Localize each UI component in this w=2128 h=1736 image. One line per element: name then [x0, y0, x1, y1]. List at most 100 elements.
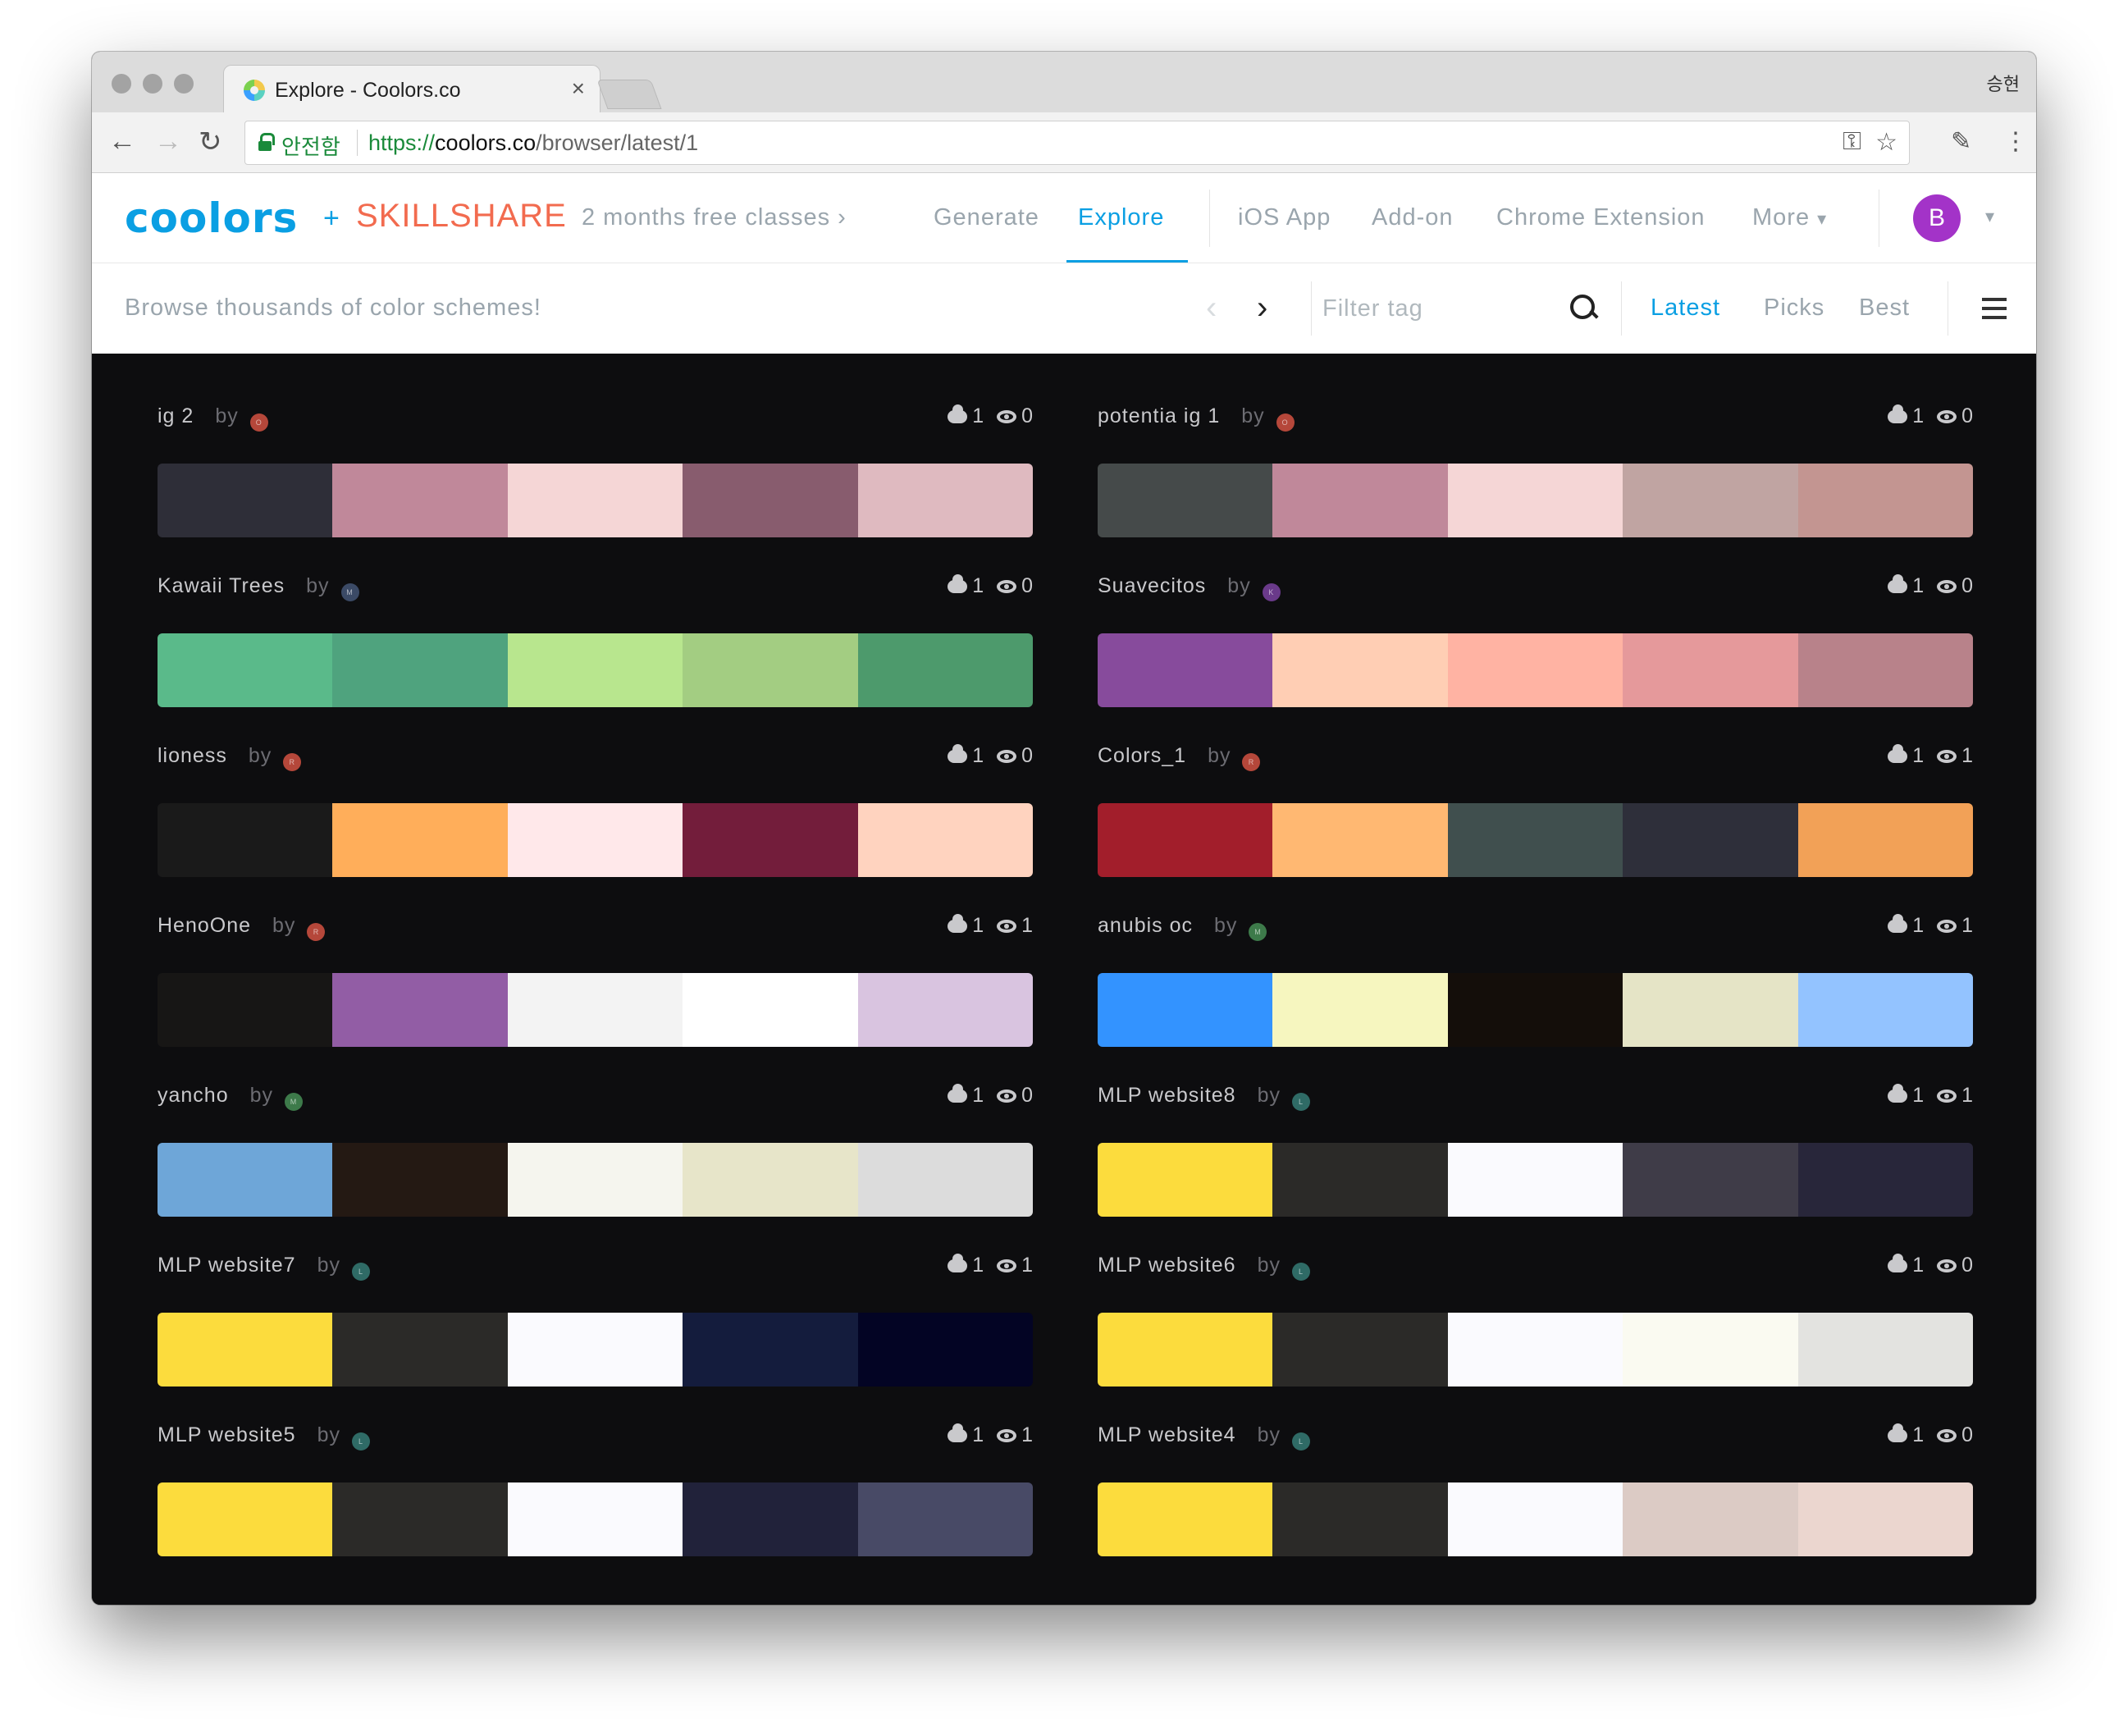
back-arrow-icon[interactable]: ←	[108, 126, 136, 158]
color-swatch[interactable]	[683, 464, 858, 537]
color-swatch[interactable]	[1272, 1143, 1448, 1217]
color-swatch[interactable]	[158, 633, 333, 707]
palette-card[interactable]: MLP website6 by L 1 0	[1098, 1250, 1973, 1406]
author-avatar[interactable]: R	[1242, 753, 1261, 771]
color-swatch[interactable]	[1797, 1313, 1973, 1387]
forward-arrow-icon[interactable]: →	[154, 126, 182, 158]
palette-card[interactable]: ig 2 by O 1 0	[158, 401, 1033, 557]
cloud-upload-icon[interactable]	[1888, 1084, 1908, 1103]
more-menu-icon[interactable]: ⋮	[2003, 127, 2028, 156]
color-swatch[interactable]	[857, 464, 1033, 537]
author-avatar[interactable]: O	[1276, 413, 1295, 432]
palette-name[interactable]: potentia ig 1	[1098, 404, 1220, 427]
palette-card[interactable]: MLP website5 by L 1 1	[158, 1420, 1033, 1576]
cloud-upload-icon[interactable]	[948, 914, 968, 933]
palette-name[interactable]: MLP website8	[1098, 1084, 1236, 1107]
color-swatch[interactable]	[1098, 1143, 1273, 1217]
color-swatch[interactable]	[1272, 1482, 1448, 1556]
color-swatch[interactable]	[1797, 1143, 1973, 1217]
color-swatch[interactable]	[1272, 633, 1448, 707]
palette-name[interactable]: ig 2	[158, 404, 194, 427]
color-swatch[interactable]	[857, 803, 1033, 877]
cloud-upload-icon[interactable]	[1888, 1254, 1908, 1272]
nav-add-on[interactable]: Add-on	[1372, 204, 1454, 231]
swatch-strip[interactable]	[158, 973, 1033, 1047]
zoom-window-button[interactable]	[174, 74, 194, 94]
star-icon[interactable]: ☆	[1875, 128, 1897, 157]
swatch-strip[interactable]	[158, 1143, 1033, 1217]
nav-chrome-extension[interactable]: Chrome Extension	[1496, 204, 1706, 231]
author-avatar[interactable]: R	[283, 753, 302, 771]
swatch-strip[interactable]	[1098, 973, 1973, 1047]
palette-name[interactable]: Suavecitos	[1098, 574, 1206, 597]
color-swatch[interactable]	[1272, 973, 1448, 1047]
color-swatch[interactable]	[683, 1482, 858, 1556]
cloud-upload-icon[interactable]	[1888, 914, 1908, 933]
browser-tab[interactable]: Explore - Coolors.co ×	[223, 65, 600, 112]
cloud-upload-icon[interactable]	[948, 1423, 968, 1442]
color-swatch[interactable]	[1447, 1313, 1623, 1387]
color-swatch[interactable]	[1098, 803, 1273, 877]
color-swatch[interactable]	[857, 633, 1033, 707]
color-swatch[interactable]	[1623, 464, 1798, 537]
cloud-upload-icon[interactable]	[948, 574, 968, 593]
swatch-strip[interactable]	[1098, 803, 1973, 877]
color-swatch[interactable]	[683, 1143, 858, 1217]
skillshare-logo[interactable]: SKILLSHARE	[356, 198, 567, 235]
color-swatch[interactable]	[1098, 464, 1273, 537]
prev-page-chevron-icon[interactable]: ‹	[1206, 290, 1217, 327]
key-icon[interactable]: ⚿	[1843, 128, 1861, 156]
color-swatch[interactable]	[158, 1143, 333, 1217]
user-avatar[interactable]: B	[1913, 194, 1961, 242]
new-tab-button[interactable]	[596, 80, 662, 109]
swatch-strip[interactable]	[1098, 1482, 1973, 1556]
swatch-strip[interactable]	[158, 633, 1033, 707]
evernote-extension-icon[interactable]: ✎	[1951, 127, 1971, 156]
palette-card[interactable]: yancho by M 1 0	[158, 1080, 1033, 1236]
palette-card[interactable]: Suavecitos by K 1 0	[1098, 571, 1973, 727]
palette-name[interactable]: yancho	[158, 1084, 229, 1107]
color-swatch[interactable]	[1623, 1313, 1798, 1387]
nav-generate[interactable]: Generate	[934, 204, 1039, 231]
search-icon[interactable]	[1569, 293, 1600, 324]
minimize-window-button[interactable]	[143, 74, 162, 94]
color-swatch[interactable]	[1623, 1143, 1798, 1217]
palette-card[interactable]: anubis oc by M 1 1	[1098, 911, 1973, 1067]
cloud-upload-icon[interactable]	[1888, 744, 1908, 763]
cloud-upload-icon[interactable]	[948, 1084, 968, 1103]
swatch-strip[interactable]	[1098, 633, 1973, 707]
cloud-upload-icon[interactable]	[948, 1254, 968, 1272]
color-swatch[interactable]	[1272, 803, 1448, 877]
palette-card[interactable]: MLP website7 by L 1 1	[158, 1250, 1033, 1406]
color-swatch[interactable]	[507, 464, 683, 537]
color-swatch[interactable]	[1098, 973, 1273, 1047]
color-swatch[interactable]	[507, 1143, 683, 1217]
color-swatch[interactable]	[158, 803, 333, 877]
cloud-upload-icon[interactable]	[948, 744, 968, 763]
color-swatch[interactable]	[1623, 633, 1798, 707]
color-swatch[interactable]	[1623, 973, 1798, 1047]
sort-best[interactable]: Best	[1859, 295, 1910, 322]
cloud-upload-icon[interactable]	[1888, 1423, 1908, 1442]
color-swatch[interactable]	[1272, 464, 1448, 537]
color-swatch[interactable]	[158, 1313, 333, 1387]
color-swatch[interactable]	[332, 633, 508, 707]
author-avatar[interactable]: M	[340, 583, 359, 601]
palette-card[interactable]: MLP website8 by L 1 1	[1098, 1080, 1973, 1236]
cloud-upload-icon[interactable]	[1888, 404, 1908, 423]
color-swatch[interactable]	[1797, 803, 1973, 877]
close-window-button[interactable]	[112, 74, 131, 94]
color-swatch[interactable]	[1098, 1313, 1273, 1387]
color-swatch[interactable]	[507, 803, 683, 877]
color-swatch[interactable]	[857, 1482, 1033, 1556]
color-swatch[interactable]	[1797, 464, 1973, 537]
address-bar[interactable]: 안전함 https://coolors.co/browser/latest/1 …	[244, 121, 1910, 165]
coolors-logo[interactable]: coolors	[125, 194, 298, 242]
color-swatch[interactable]	[332, 1313, 508, 1387]
swatch-strip[interactable]	[1098, 1313, 1973, 1387]
color-swatch[interactable]	[332, 803, 508, 877]
color-swatch[interactable]	[1098, 633, 1273, 707]
author-avatar[interactable]: L	[1291, 1432, 1310, 1450]
palette-card[interactable]: Kawaii Trees by M 1 0	[158, 571, 1033, 727]
filter-tag-input[interactable]	[1322, 288, 1544, 329]
